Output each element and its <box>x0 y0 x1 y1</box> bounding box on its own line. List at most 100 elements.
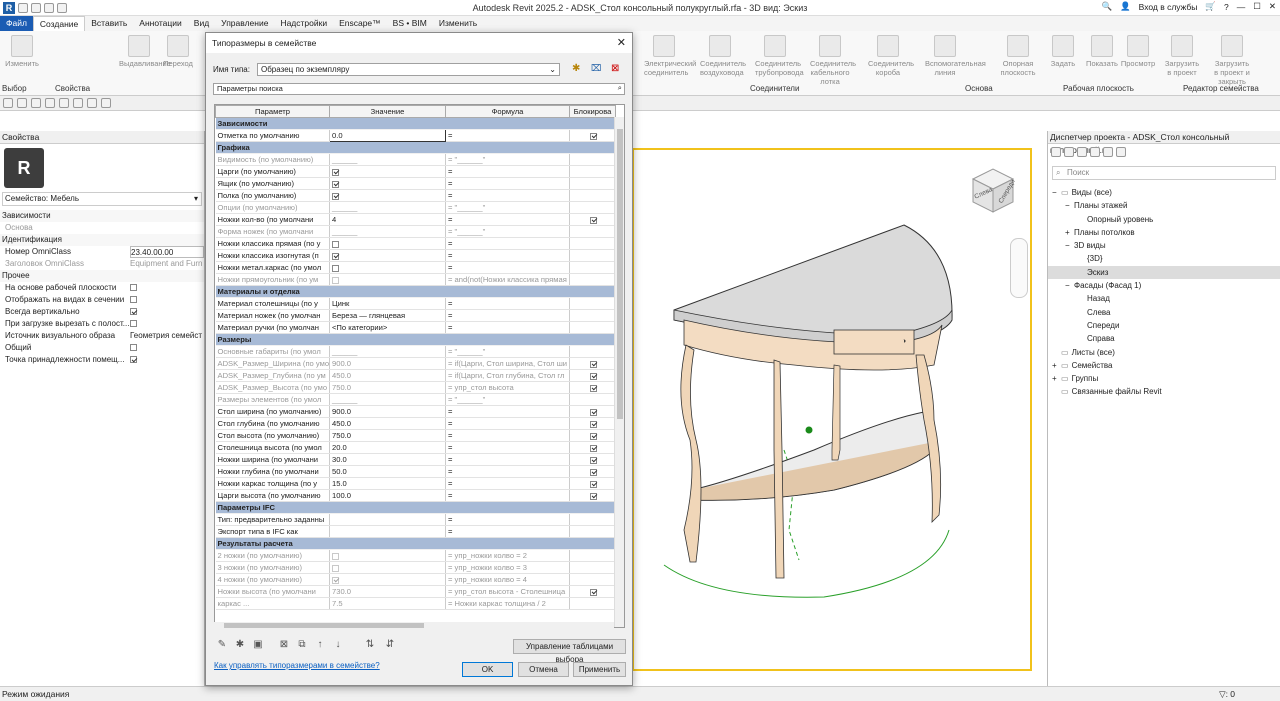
parameter-lock[interactable] <box>569 213 616 226</box>
parameter-row[interactable]: Ножки кол-во (по умолчани 4 = <box>215 213 616 226</box>
browser-node[interactable]: + ▭ Семейства <box>1048 359 1280 372</box>
revit-logo[interactable]: R <box>3 1 15 14</box>
parameter-formula[interactable]: = упр_стол высота <box>445 381 570 394</box>
viewcube[interactable]: Слева Спереди <box>968 164 1018 214</box>
link-icon[interactable] <box>1116 147 1126 157</box>
parameter-row[interactable]: Ножки ширина (по умолчани 30.0 = <box>215 453 616 466</box>
tile-icon[interactable] <box>1077 147 1087 157</box>
parameter-row[interactable]: Столешница высота (по умол 20.0 = <box>215 441 616 454</box>
parameter-row[interactable]: Экспорт типа в IFC как = <box>215 525 616 538</box>
lock-checkbox[interactable] <box>590 432 597 440</box>
delete-type-icon[interactable]: ⊠ <box>611 63 619 74</box>
new-type-icon[interactable]: ✱ <box>572 63 580 74</box>
sheets-icon[interactable] <box>1090 147 1100 157</box>
parameter-row[interactable]: Материал ручки (по умолчан <По категории>… <box>215 321 616 334</box>
tab-9[interactable]: Изменить <box>433 16 483 31</box>
parameter-group[interactable]: Результаты расчета <box>215 537 616 550</box>
maximize-button[interactable]: ☐ <box>1253 1 1261 12</box>
parameter-lock[interactable] <box>569 249 616 262</box>
parameter-row[interactable]: Стол глубина (по умолчанию 450.0 = <box>215 417 616 430</box>
parameter-lock[interactable] <box>569 585 616 598</box>
tree-toggle[interactable]: − <box>1065 239 1074 252</box>
parameter-row[interactable]: 3 ножки (по умолчанию) = упр_ножки колво … <box>215 561 616 574</box>
parameter-checkbox[interactable] <box>332 276 339 284</box>
sign-in-link[interactable]: Вход в службы <box>1139 2 1198 12</box>
parameter-lock[interactable] <box>569 369 616 382</box>
browser-node[interactable]: − ▭ Виды (все) <box>1048 186 1280 199</box>
parameter-value[interactable] <box>329 249 446 262</box>
parameter-row[interactable]: 2 ножки (по умолчанию) = упр_ножки колво … <box>215 549 616 562</box>
lock-checkbox[interactable] <box>590 588 597 596</box>
parameter-value[interactable]: 0.0 <box>329 129 446 142</box>
grid-vertical-scrollbar[interactable] <box>614 117 624 627</box>
property-row[interactable]: Общий <box>0 342 204 354</box>
parameter-checkbox[interactable] <box>332 576 339 584</box>
tab-5[interactable]: Управление <box>215 16 274 31</box>
grid-horizontal-scrollbar[interactable] <box>214 622 614 629</box>
binoculars-icon[interactable]: 🔍 <box>1101 1 1112 12</box>
move-down-icon[interactable]: ↓ <box>332 639 344 651</box>
parameter-checkbox[interactable] <box>332 552 339 560</box>
parameter-lock[interactable] <box>569 309 616 322</box>
parameter-formula[interactable]: = "______" <box>445 201 570 214</box>
parameter-lock[interactable] <box>569 201 616 214</box>
browser-node[interactable]: Спереди <box>1048 319 1280 332</box>
parameter-formula[interactable]: = Ножки каркас толщина / 2 <box>445 597 570 610</box>
parameter-value[interactable]: ______ <box>329 345 446 358</box>
table-3d-model[interactable]: ◑ <box>634 150 1030 669</box>
property-row[interactable]: При загрузке вырезать с полост... <box>0 318 204 330</box>
tab-3[interactable]: Аннотации <box>133 16 188 31</box>
delete-parameter-icon[interactable]: ⊠ <box>278 639 290 651</box>
parameter-formula[interactable]: = <box>445 489 570 502</box>
parameter-formula[interactable]: = <box>445 165 570 178</box>
parameter-row[interactable]: Ножки прямоугольник (по ум = and(not(Ножк… <box>215 273 616 286</box>
parameter-formula[interactable]: = <box>445 513 570 526</box>
parameter-lock[interactable] <box>569 477 616 490</box>
ribbon-button[interactable]: Соединитель кабельного лотка <box>810 35 856 86</box>
parameter-formula[interactable]: = "______" <box>445 225 570 238</box>
lock-checkbox[interactable] <box>590 216 597 224</box>
parameter-value[interactable] <box>329 273 446 286</box>
parameter-value[interactable]: 30.0 <box>329 453 446 466</box>
parameter-row[interactable]: Материал ножек (по умолчан Береза — глянц… <box>215 309 616 322</box>
ok-button[interactable]: OK <box>462 662 513 677</box>
parameter-value[interactable] <box>329 237 446 250</box>
property-checkbox[interactable] <box>130 296 137 304</box>
help-link[interactable]: Как управлять типоразмерами в семействе? <box>214 661 380 670</box>
parameter-row[interactable]: ADSK_Размер_Ширина (по умо 900.0 = if(Царг… <box>215 357 616 370</box>
sort-ascending-icon[interactable]: ⇅ <box>364 639 376 651</box>
parameter-lock[interactable] <box>569 597 616 610</box>
ribbon-button[interactable]: Электрический соединитель <box>644 35 696 77</box>
parameter-group[interactable]: Параметры IFC <box>215 501 616 514</box>
ribbon-button[interactable]: Вспомогательная линия <box>925 35 986 77</box>
parameter-formula[interactable]: = упр_ножки колво = 4 <box>445 573 570 586</box>
parameter-formula[interactable]: = "______" <box>445 393 570 406</box>
lock-checkbox[interactable] <box>590 456 597 464</box>
parameter-value[interactable]: 4 <box>329 213 446 226</box>
ribbon-button[interactable]: Задать <box>1043 35 1083 68</box>
parameter-lock[interactable] <box>569 177 616 190</box>
browser-node[interactable]: ▭ Связанные файлы Revit <box>1048 385 1280 398</box>
parameter-row[interactable]: Видимость (по умолчанию) ______ = "______" <box>215 153 616 166</box>
tab-2[interactable]: Вставить <box>85 16 133 31</box>
ribbon-button[interactable]: Изменить <box>2 35 42 68</box>
parameter-value[interactable]: 750.0 <box>329 429 446 442</box>
ribbon-button[interactable]: Выдавливание <box>119 35 171 68</box>
parameter-lock[interactable] <box>569 225 616 238</box>
parameter-value[interactable] <box>329 573 446 586</box>
browser-node[interactable]: {3D} <box>1048 252 1280 265</box>
parameter-lock[interactable] <box>569 561 616 574</box>
parameter-value[interactable]: 730.0 <box>329 585 446 598</box>
tab-8[interactable]: BS • BIM <box>387 16 433 31</box>
parameter-lock[interactable] <box>569 549 616 562</box>
parameter-checkbox[interactable] <box>332 240 339 248</box>
parameter-formula[interactable]: = <box>445 261 570 274</box>
parameter-formula[interactable]: = <box>445 321 570 334</box>
parameter-lock[interactable] <box>569 297 616 310</box>
parameter-formula[interactable]: = <box>445 177 570 190</box>
parameter-row[interactable]: Тип: предварительно заданны = <box>215 513 616 526</box>
parameter-lock[interactable] <box>569 381 616 394</box>
tree-toggle[interactable]: − <box>1065 199 1074 212</box>
tree-toggle[interactable]: − <box>1052 186 1061 199</box>
parameter-value[interactable]: 900.0 <box>329 405 446 418</box>
